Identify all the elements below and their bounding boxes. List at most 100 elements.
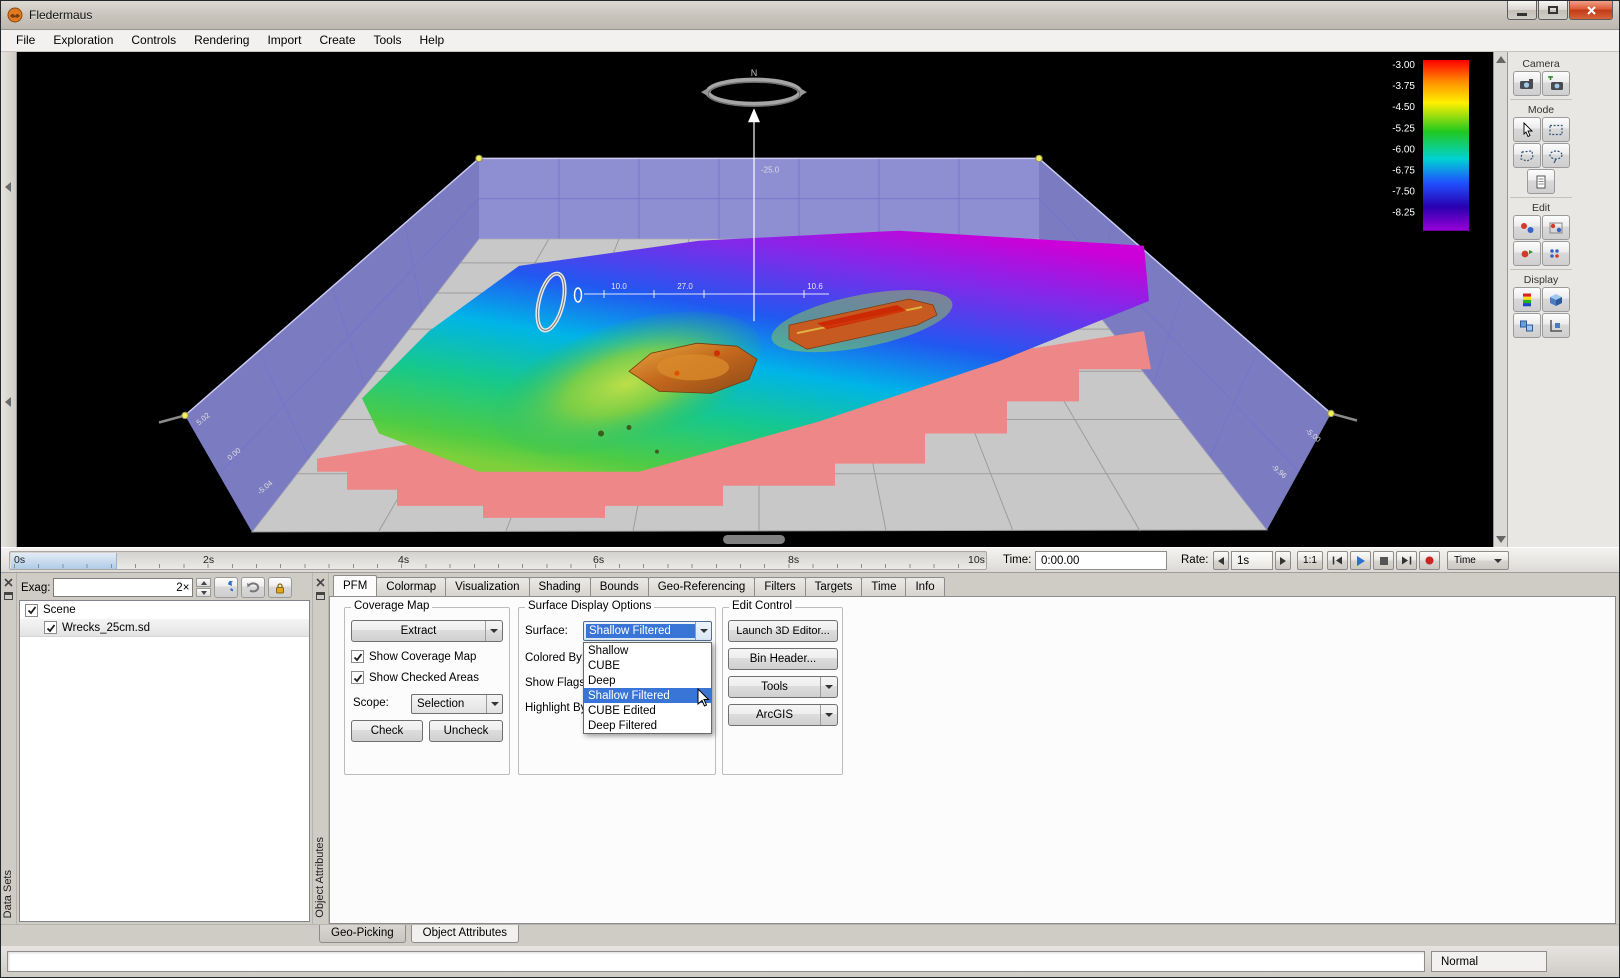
maximize-button[interactable] xyxy=(1538,1,1568,20)
wrecks-checkbox[interactable] xyxy=(44,621,57,634)
viewport-scrollbar[interactable] xyxy=(1493,52,1507,547)
camera-capture-button[interactable] xyxy=(1542,71,1570,96)
menu-exploration[interactable]: Exploration xyxy=(44,30,122,51)
show-checked-areas-checkbox[interactable] xyxy=(351,671,364,684)
menu-import[interactable]: Import xyxy=(258,30,310,51)
tab-time[interactable]: Time xyxy=(861,577,906,596)
scope-combobox[interactable]: Selection xyxy=(411,694,503,714)
tab-pfm[interactable]: PFM xyxy=(333,575,377,596)
rate-increase-button[interactable] xyxy=(1275,551,1291,570)
attributes-side-tab[interactable]: Object Attributes xyxy=(314,837,326,918)
close-panel-button[interactable] xyxy=(3,577,14,588)
show-coverage-map-row[interactable]: Show Coverage Map xyxy=(351,650,476,663)
chevron-down-icon[interactable] xyxy=(486,695,502,713)
collapse-arrow-icon[interactable] xyxy=(5,397,11,407)
edit-area-button[interactable] xyxy=(1542,215,1570,240)
camera-home-button[interactable] xyxy=(1513,71,1541,96)
ratio-button[interactable]: 1:1 xyxy=(1297,551,1323,570)
option-deep[interactable]: Deep xyxy=(584,673,711,688)
scene-checkbox[interactable] xyxy=(25,604,38,617)
tab-filters[interactable]: Filters xyxy=(754,577,805,596)
option-cube[interactable]: CUBE xyxy=(584,658,711,673)
edit-grid-button[interactable] xyxy=(1542,241,1570,266)
show-checked-areas-row[interactable]: Show Checked Areas xyxy=(351,671,479,684)
bin-header-button[interactable]: Bin Header... xyxy=(728,648,838,670)
menu-rendering[interactable]: Rendering xyxy=(185,30,258,51)
edit-flag-button[interactable] xyxy=(1513,241,1541,266)
viewport-3d[interactable]: -25.0 10.0 27.0 10.6 N 5.02 0.00 xyxy=(17,52,1493,547)
viewport-drag-handle[interactable] xyxy=(723,535,785,544)
mode-select-button[interactable] xyxy=(1513,117,1541,142)
tab-targets[interactable]: Targets xyxy=(805,577,863,596)
skip-end-button[interactable] xyxy=(1396,551,1417,570)
time-value-input[interactable]: 0:00.00 xyxy=(1035,551,1167,570)
display-axes-button[interactable] xyxy=(1542,313,1570,338)
menu-help[interactable]: Help xyxy=(411,30,454,51)
left-splitter-strip[interactable] xyxy=(1,52,17,547)
display-shaded-button[interactable] xyxy=(1542,287,1570,312)
option-cube-edited[interactable]: CUBE Edited xyxy=(584,703,711,718)
menu-tools[interactable]: Tools xyxy=(365,30,411,51)
undo-button[interactable] xyxy=(241,577,265,598)
display-dual-button[interactable] xyxy=(1513,313,1541,338)
surface-combobox[interactable]: Shallow Filtered xyxy=(583,621,712,641)
extract-dropdown-button[interactable]: Extract xyxy=(351,620,503,642)
option-deep-filtered[interactable]: Deep Filtered xyxy=(584,718,711,733)
tree-row-scene[interactable]: Scene xyxy=(20,601,309,619)
mode-profile-button[interactable] xyxy=(1527,169,1555,194)
tab-colormap[interactable]: Colormap xyxy=(376,577,446,596)
tab-geo-picking[interactable]: Geo-Picking xyxy=(319,925,406,943)
chevron-down-icon[interactable] xyxy=(820,705,837,725)
tab-bounds[interactable]: Bounds xyxy=(590,577,649,596)
launch-3d-editor-button[interactable]: Launch 3D Editor... xyxy=(728,620,838,642)
menu-controls[interactable]: Controls xyxy=(122,30,185,51)
play-button[interactable] xyxy=(1350,551,1371,570)
arcgis-dropdown-button[interactable]: ArcGIS xyxy=(728,704,838,726)
mode-polygon-button[interactable] xyxy=(1513,143,1541,168)
scroll-down-icon[interactable] xyxy=(1496,536,1506,543)
mode-lasso-button[interactable] xyxy=(1542,143,1570,168)
spin-down-button[interactable] xyxy=(196,588,211,597)
tab-info[interactable]: Info xyxy=(905,577,944,596)
chevron-down-icon[interactable] xyxy=(695,622,711,640)
stop-button[interactable] xyxy=(1373,551,1394,570)
close-panel-button[interactable] xyxy=(315,577,326,588)
rate-decrease-button[interactable] xyxy=(1213,551,1229,570)
mode-marquee-button[interactable] xyxy=(1542,117,1570,142)
skip-start-button[interactable] xyxy=(1327,551,1348,570)
rate-value-box[interactable]: 1s xyxy=(1231,551,1273,570)
tab-geo-referencing[interactable]: Geo-Referencing xyxy=(648,577,756,596)
compass-ring[interactable]: N xyxy=(701,68,807,106)
option-shallow-filtered[interactable]: Shallow Filtered xyxy=(584,688,711,703)
tab-object-attributes[interactable]: Object Attributes xyxy=(411,925,519,943)
tab-visualization[interactable]: Visualization xyxy=(445,577,529,596)
scene-tree[interactable]: Scene Wrecks_25cm.sd xyxy=(19,600,310,922)
record-button[interactable] xyxy=(1419,551,1440,570)
minimize-button[interactable] xyxy=(1507,1,1537,20)
display-colormap-button[interactable] xyxy=(1513,287,1541,312)
titlebar[interactable]: Fledermaus xyxy=(1,1,1619,30)
spin-up-button[interactable] xyxy=(196,578,211,587)
menu-create[interactable]: Create xyxy=(310,30,364,51)
option-shallow[interactable]: Shallow xyxy=(584,643,711,658)
float-panel-button[interactable] xyxy=(4,592,13,600)
chevron-down-icon[interactable] xyxy=(485,621,502,641)
timeline-ruler[interactable]: 0s 2s 4s 6s 8s 10s xyxy=(9,551,987,570)
show-coverage-map-checkbox[interactable] xyxy=(351,650,364,663)
uncheck-button[interactable]: Uncheck xyxy=(429,720,503,742)
tab-shading[interactable]: Shading xyxy=(529,577,591,596)
scroll-up-icon[interactable] xyxy=(1496,56,1506,63)
collapse-arrow-icon[interactable] xyxy=(5,182,11,192)
float-panel-button[interactable] xyxy=(316,592,325,600)
exag-spinner[interactable] xyxy=(196,578,211,597)
tools-dropdown-button[interactable]: Tools xyxy=(728,676,838,698)
reset-view-button[interactable] xyxy=(214,577,238,598)
tree-row-wrecks[interactable]: Wrecks_25cm.sd xyxy=(20,619,309,637)
menu-file[interactable]: File xyxy=(7,30,44,51)
lock-button[interactable] xyxy=(268,577,292,598)
exag-input[interactable]: 2× xyxy=(53,578,193,597)
datasets-side-tab[interactable]: Data Sets xyxy=(2,870,14,918)
time-mode-dropdown[interactable]: Time xyxy=(1447,551,1509,570)
chevron-down-icon[interactable] xyxy=(820,677,837,697)
close-button[interactable] xyxy=(1569,1,1613,20)
